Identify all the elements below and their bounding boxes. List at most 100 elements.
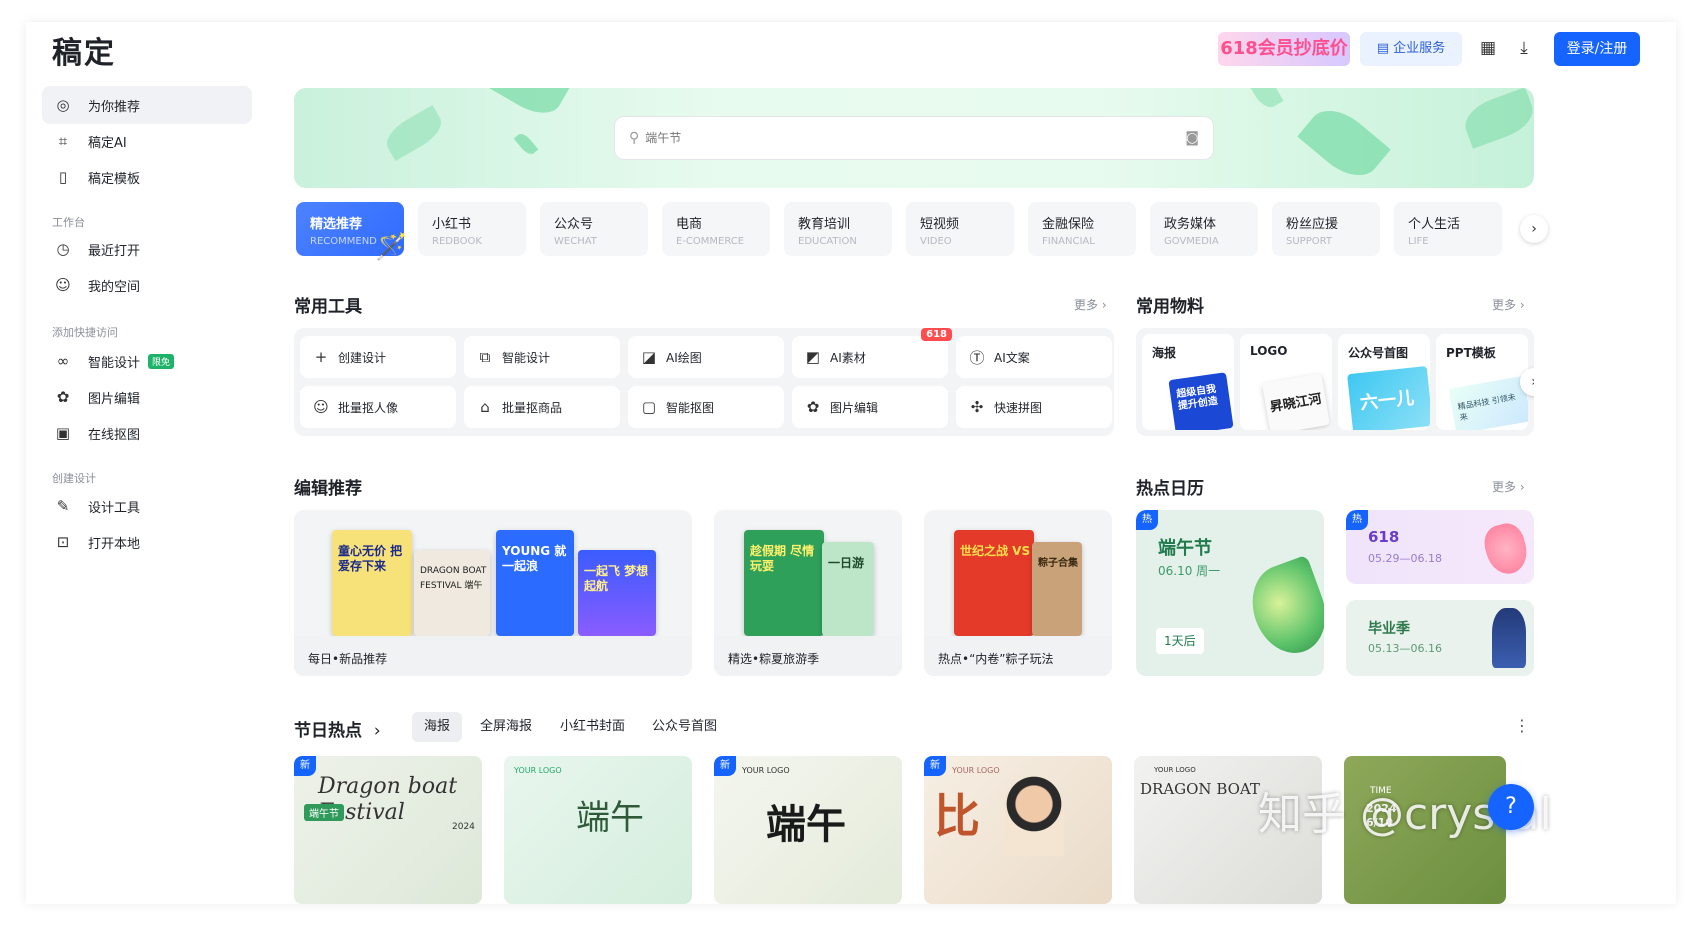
free-badge: 限免 bbox=[148, 353, 175, 369]
event-date: 06.10 周一 bbox=[1158, 564, 1221, 578]
category-ecommerce[interactable]: 电商 E-COMMERCE bbox=[662, 202, 770, 256]
tool-product-cutout[interactable]: ⌂ 批量抠商品 bbox=[464, 386, 620, 428]
poster-card: 粽子合集 bbox=[1032, 542, 1082, 636]
material-logo[interactable]: LOGO 昇晓江河 bbox=[1240, 334, 1332, 430]
portrait-cutout-icon: ☺ bbox=[313, 398, 329, 416]
category-financial[interactable]: 金融保险 FINANCIAL bbox=[1028, 202, 1136, 256]
sidebar-group-quick: 添加快捷访问 bbox=[52, 326, 118, 339]
sidebar-item-cutout[interactable]: ▣ 在线抠图 bbox=[42, 414, 252, 452]
sidebar-item-my-space[interactable]: ☺ 我的空间 bbox=[42, 266, 252, 304]
leaf-decoration bbox=[1459, 88, 1534, 149]
poster-card: 一起飞 梦想起航 bbox=[578, 550, 656, 636]
search-input[interactable] bbox=[645, 131, 1186, 145]
leaf-decoration bbox=[380, 105, 448, 161]
tools-more-link[interactable]: 更多 › bbox=[1074, 296, 1107, 313]
new-badge: 新 bbox=[714, 756, 736, 776]
enterprise-button[interactable]: ▤ 企业服务 bbox=[1360, 32, 1462, 66]
new-badge: 新 bbox=[924, 756, 946, 776]
ai-material-icon: ◩ bbox=[805, 348, 821, 366]
sidebar-item-image-edit[interactable]: ✿ 图片编辑 bbox=[42, 378, 252, 416]
category-support[interactable]: 粉丝应援 SUPPORT bbox=[1272, 202, 1380, 256]
tool-image-edit[interactable]: ✿ 图片编辑 bbox=[792, 386, 948, 428]
logo-thumbnail: 昇晓江河 bbox=[1261, 373, 1331, 430]
tools-panel: + 创建设计 ⧉ 智能设计 ◪ AI绘图 ◩ AI素材 618 Ⓣ AI文案 ☺ 批量抠人像 … bbox=[294, 328, 1114, 436]
login-button[interactable]: 登录/注册 bbox=[1554, 32, 1640, 66]
sidebar-item-open-local[interactable]: ⊡ 打开本地 bbox=[42, 523, 252, 561]
search-bar[interactable]: ⚲ ◙ bbox=[614, 116, 1214, 160]
poster-card: 童心无价 把爱存下来 bbox=[332, 530, 412, 636]
cover-thumbnail: 六一儿 bbox=[1347, 365, 1430, 430]
pick-zongzi[interactable]: 世纪之战 VS 粽子合集 热点•“内卷”粽子玩法 bbox=[924, 510, 1112, 676]
sidebar-item-recent[interactable]: ◷ 最近打开 bbox=[42, 230, 252, 268]
pick-summer-travel[interactable]: 趁假期 尽情玩耍 一日游 精选•粽夏旅游季 bbox=[714, 510, 902, 676]
calendar-more-link[interactable]: 更多 › bbox=[1492, 478, 1525, 495]
promo-banner[interactable]: 618会员抄底价 bbox=[1218, 32, 1350, 66]
category-wechat[interactable]: 公众号 WECHAT bbox=[540, 202, 648, 256]
ai-text-icon: Ⓣ bbox=[969, 348, 985, 367]
pen-icon: ✎ bbox=[56, 497, 70, 515]
tool-ai-draw[interactable]: ◪ AI绘图 bbox=[628, 336, 784, 378]
tool-portrait-cutout[interactable]: ☺ 批量抠人像 bbox=[300, 386, 456, 428]
tool-ai-material[interactable]: ◩ AI素材 618 bbox=[792, 328, 952, 378]
tab-fullscreen-poster[interactable]: 全屏海报 bbox=[468, 712, 544, 742]
festival-card[interactable]: YOUR LOGO 端午 bbox=[504, 756, 692, 904]
event-dragon-boat[interactable]: 热 端午节 06.10 周一 1天后 bbox=[1136, 510, 1324, 676]
camera-icon[interactable]: ◙ bbox=[1185, 130, 1199, 146]
event-graduation[interactable]: 毕业季 05.13—06.16 bbox=[1346, 600, 1534, 676]
chevron-right-icon[interactable]: › bbox=[374, 721, 381, 741]
portrait-illustration bbox=[1004, 776, 1064, 856]
material-poster[interactable]: 海报 超级自我提升创造 bbox=[1142, 334, 1234, 430]
sidebar-item-templates[interactable]: ▯ 稿定模板 bbox=[42, 158, 252, 196]
promo-618-tag: 618 bbox=[921, 328, 952, 341]
category-redbook[interactable]: 小红书 REDBOOK bbox=[418, 202, 526, 256]
tool-smart-cutout[interactable]: ▢ 智能抠图 bbox=[628, 386, 784, 428]
tab-wechat-cover[interactable]: 公众号首图 bbox=[640, 712, 729, 742]
ai-scan-icon: ⌗ bbox=[58, 132, 68, 150]
folder-icon: ⊡ bbox=[56, 533, 70, 551]
category-video[interactable]: 短视频 VIDEO bbox=[906, 202, 1014, 256]
category-govmedia[interactable]: 政务媒体 GOVMEDIA bbox=[1150, 202, 1258, 256]
sidebar-item-recommend[interactable]: ◎ 为你推荐 bbox=[42, 86, 252, 124]
tool-puzzle[interactable]: ✣ 快速拼图 bbox=[956, 386, 1112, 428]
sidebar-item-ai[interactable]: ⌗ 稿定AI bbox=[42, 122, 252, 160]
event-618[interactable]: 热 618 05.29—06.18 bbox=[1346, 510, 1534, 584]
sidebar-item-design-tools[interactable]: ✎ 设计工具 bbox=[42, 487, 252, 525]
materials-more-link[interactable]: 更多 › bbox=[1492, 296, 1525, 313]
material-wechat-cover[interactable]: 公众号首图 六一儿 bbox=[1338, 334, 1430, 430]
ppt-thumbnail: 精品科技 引领未来 bbox=[1448, 375, 1528, 430]
pick-label: 热点•“内卷”粽子玩法 bbox=[924, 636, 1112, 676]
hand-illustration bbox=[1480, 519, 1532, 579]
category-recommend[interactable]: 精选推荐 RECOMMEND 🪄 bbox=[296, 202, 408, 262]
apps-grid-icon[interactable]: ▦ bbox=[1476, 36, 1500, 60]
tool-ai-text[interactable]: Ⓣ AI文案 bbox=[956, 336, 1112, 378]
help-button[interactable]: ? bbox=[1488, 784, 1534, 830]
category-life[interactable]: 个人生活 LIFE bbox=[1394, 202, 1502, 256]
sidebar-group-create: 创建设计 bbox=[52, 472, 96, 485]
poster-card: 世纪之战 VS bbox=[954, 530, 1034, 636]
sidebar-group-workspace: 工作台 bbox=[52, 216, 85, 229]
festival-card[interactable]: 新 YOUR LOGO 端午 bbox=[714, 756, 902, 904]
tab-poster[interactable]: 海报 bbox=[412, 712, 463, 742]
search-icon: ⚲ bbox=[629, 130, 640, 146]
zongzi-illustration bbox=[1240, 554, 1324, 664]
festival-card[interactable]: 新 Dragon boat Festival 端午节 2024 bbox=[294, 756, 482, 904]
app-logo[interactable]: 稿定 bbox=[52, 28, 116, 72]
smart-design-icon: ⧉ bbox=[479, 348, 491, 366]
festival-card[interactable]: 新 YOUR LOGO 比 bbox=[924, 756, 1112, 904]
material-ppt[interactable]: PPT模板 精品科技 引领未来 bbox=[1436, 334, 1528, 430]
product-cutout-icon: ⌂ bbox=[480, 398, 490, 416]
tool-smart-design[interactable]: ⧉ 智能设计 bbox=[464, 336, 620, 378]
more-options-icon[interactable]: ⋮ bbox=[1514, 716, 1530, 735]
category-education[interactable]: 教育培训 EDUCATION bbox=[784, 202, 892, 256]
category-next-button[interactable]: › bbox=[1520, 215, 1548, 243]
pick-daily-new[interactable]: 童心无价 把爱存下来 DRAGON BOAT FESTIVAL 端午 YOUNG… bbox=[294, 510, 692, 676]
download-icon[interactable]: ⤓ bbox=[1512, 36, 1536, 60]
tool-create-design[interactable]: + 创建设计 bbox=[300, 336, 456, 378]
tab-redbook-cover[interactable]: 小红书封面 bbox=[548, 712, 637, 742]
graduate-illustration bbox=[1492, 608, 1526, 668]
puzzle-icon: ✣ bbox=[970, 398, 984, 416]
materials-title: 常用物料 bbox=[1136, 297, 1204, 317]
sidebar-item-smart-design[interactable]: ∞ 智能设计 限免 bbox=[42, 342, 252, 380]
new-badge: 新 bbox=[294, 756, 316, 776]
countdown-badge: 1天后 bbox=[1156, 628, 1204, 654]
